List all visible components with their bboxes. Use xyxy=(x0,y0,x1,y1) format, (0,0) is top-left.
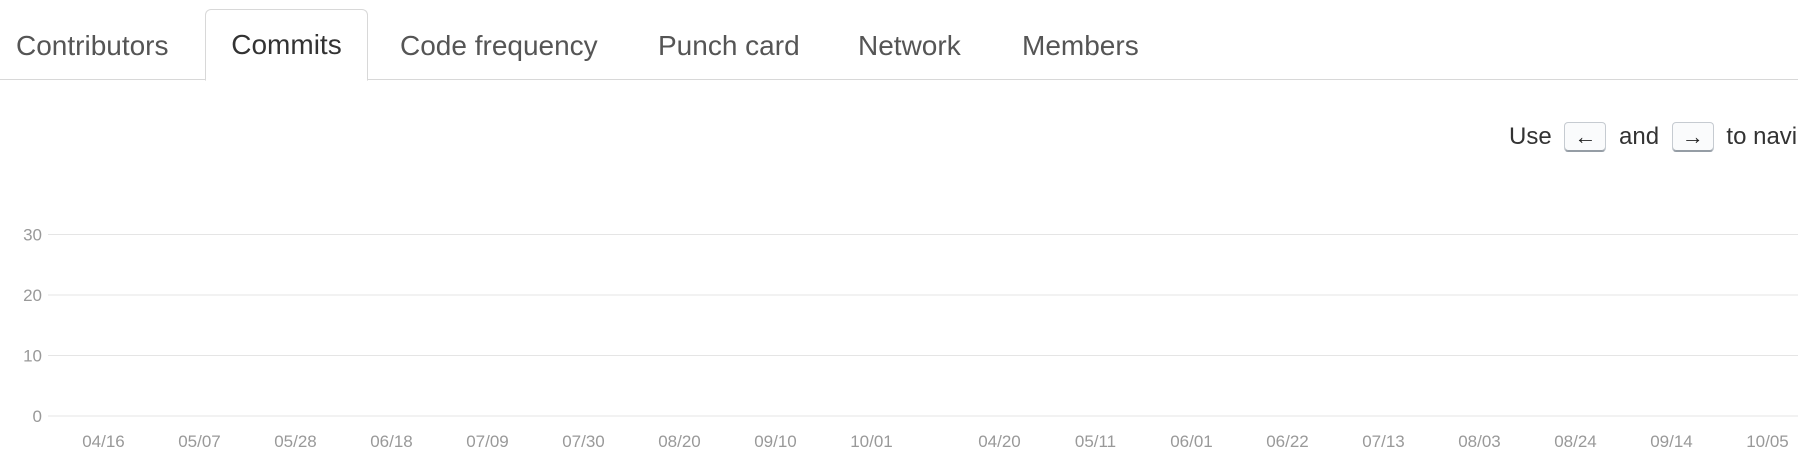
x-tick-label: 09/14 xyxy=(1650,432,1693,451)
tab-code-frequency[interactable]: Code frequency xyxy=(400,9,598,80)
x-tick-label: 04/20 xyxy=(978,432,1021,451)
keyboard-navigation-hint: Use ← and → to naviga xyxy=(1509,122,1798,156)
tab-commits[interactable]: Commits xyxy=(205,9,368,81)
y-tick-label: 0 xyxy=(33,407,42,426)
left-arrow-key: ← xyxy=(1564,122,1607,152)
hint-use-text: Use xyxy=(1509,123,1552,150)
x-tick-label: 05/07 xyxy=(178,432,221,451)
chart-gridlines xyxy=(48,234,1798,417)
x-tick-label: 10/01 xyxy=(850,432,893,451)
y-tick-label: 30 xyxy=(23,226,42,245)
right-arrow-key: → xyxy=(1671,122,1714,152)
x-tick-label: 06/18 xyxy=(370,432,413,451)
hint-and-text: and xyxy=(1619,123,1660,150)
x-axis-ticks: 04/16 05/07 05/28 06/18 07/09 07/30 08/20 09/10… xyxy=(82,432,1789,451)
x-tick-label: 07/30 xyxy=(562,432,605,451)
x-tick-label: 05/28 xyxy=(274,432,317,451)
tab-members[interactable]: Members xyxy=(1022,9,1139,80)
graph-tabs: Contributors Commits Code frequency Punc… xyxy=(0,0,1798,81)
y-axis-ticks: 0 10 20 30 xyxy=(23,226,42,427)
x-tick-label: 09/10 xyxy=(754,432,797,451)
tab-punch-card[interactable]: Punch card xyxy=(658,9,800,80)
x-tick-label: 08/03 xyxy=(1458,432,1501,451)
x-tick-label: 07/13 xyxy=(1362,432,1405,451)
hint-navigate-text: to naviga xyxy=(1726,123,1798,150)
x-tick-label: 06/01 xyxy=(1170,432,1213,451)
x-tick-label: 07/09 xyxy=(466,432,509,451)
x-tick-label: 08/24 xyxy=(1554,432,1597,451)
tab-contributors[interactable]: Contributors xyxy=(16,9,169,80)
x-tick-label: 04/16 xyxy=(82,432,125,451)
tab-network[interactable]: Network xyxy=(858,9,961,80)
x-tick-label: 08/20 xyxy=(658,432,701,451)
x-tick-label: 10/05 xyxy=(1746,432,1789,451)
commits-bar-chart: 0 10 20 30 04/16 05/07 05/28 06/18 07/09 07/30 08… xyxy=(23,226,1798,451)
x-tick-label: 06/22 xyxy=(1266,432,1309,451)
y-tick-label: 20 xyxy=(23,286,42,305)
y-tick-label: 10 xyxy=(23,347,42,366)
x-tick-label: 05/11 xyxy=(1075,432,1116,451)
